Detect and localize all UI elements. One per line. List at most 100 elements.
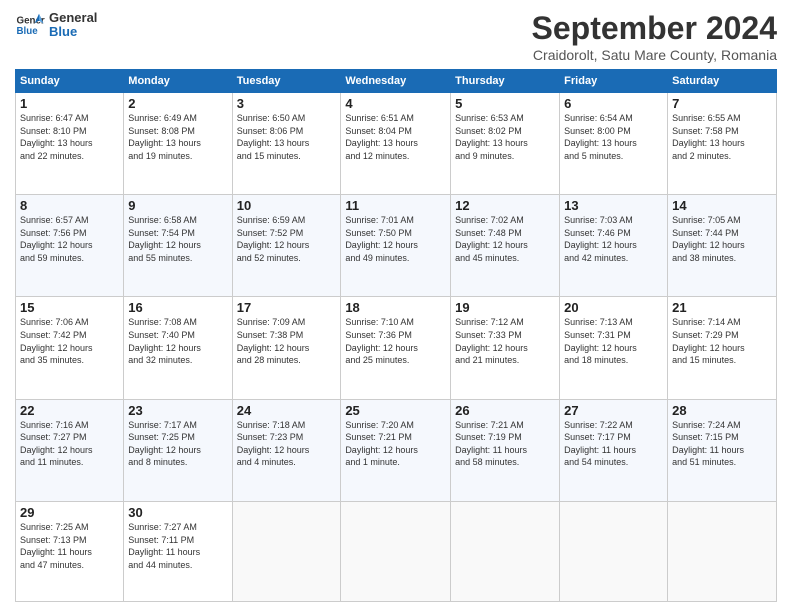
day-number: 17 xyxy=(237,300,337,315)
logo: General Blue General Blue xyxy=(15,10,97,40)
calendar-cell xyxy=(560,501,668,601)
calendar-cell: 20Sunrise: 7:13 AM Sunset: 7:31 PM Dayli… xyxy=(560,297,668,399)
day-info: Sunrise: 7:18 AM Sunset: 7:23 PM Dayligh… xyxy=(237,419,337,469)
title-block: September 2024 Craidorolt, Satu Mare Cou… xyxy=(532,10,777,63)
calendar-cell: 9Sunrise: 6:58 AM Sunset: 7:54 PM Daylig… xyxy=(124,195,232,297)
day-info: Sunrise: 7:06 AM Sunset: 7:42 PM Dayligh… xyxy=(20,316,119,366)
calendar-cell xyxy=(341,501,451,601)
calendar-cell: 16Sunrise: 7:08 AM Sunset: 7:40 PM Dayli… xyxy=(124,297,232,399)
day-info: Sunrise: 7:16 AM Sunset: 7:27 PM Dayligh… xyxy=(20,419,119,469)
day-info: Sunrise: 7:22 AM Sunset: 7:17 PM Dayligh… xyxy=(564,419,663,469)
svg-text:Blue: Blue xyxy=(17,26,39,37)
day-info: Sunrise: 6:58 AM Sunset: 7:54 PM Dayligh… xyxy=(128,214,227,264)
day-number: 16 xyxy=(128,300,227,315)
day-info: Sunrise: 6:59 AM Sunset: 7:52 PM Dayligh… xyxy=(237,214,337,264)
day-info: Sunrise: 6:54 AM Sunset: 8:00 PM Dayligh… xyxy=(564,112,663,162)
calendar-cell: 26Sunrise: 7:21 AM Sunset: 7:19 PM Dayli… xyxy=(451,399,560,501)
calendar-header-row: SundayMondayTuesdayWednesdayThursdayFrid… xyxy=(16,70,777,93)
day-info: Sunrise: 7:27 AM Sunset: 7:11 PM Dayligh… xyxy=(128,521,227,571)
calendar-header-friday: Friday xyxy=(560,70,668,93)
calendar-cell: 28Sunrise: 7:24 AM Sunset: 7:15 PM Dayli… xyxy=(668,399,777,501)
calendar-header-saturday: Saturday xyxy=(668,70,777,93)
logo-blue: Blue xyxy=(49,25,97,39)
day-info: Sunrise: 6:49 AM Sunset: 8:08 PM Dayligh… xyxy=(128,112,227,162)
day-info: Sunrise: 7:20 AM Sunset: 7:21 PM Dayligh… xyxy=(345,419,446,469)
calendar-cell: 6Sunrise: 6:54 AM Sunset: 8:00 PM Daylig… xyxy=(560,93,668,195)
day-number: 29 xyxy=(20,505,119,520)
day-number: 8 xyxy=(20,198,119,213)
day-info: Sunrise: 7:03 AM Sunset: 7:46 PM Dayligh… xyxy=(564,214,663,264)
header: General Blue General Blue September 2024… xyxy=(15,10,777,63)
day-number: 27 xyxy=(564,403,663,418)
calendar-header-wednesday: Wednesday xyxy=(341,70,451,93)
day-number: 19 xyxy=(455,300,555,315)
calendar-cell xyxy=(451,501,560,601)
day-number: 10 xyxy=(237,198,337,213)
day-info: Sunrise: 7:17 AM Sunset: 7:25 PM Dayligh… xyxy=(128,419,227,469)
calendar-header-thursday: Thursday xyxy=(451,70,560,93)
day-number: 1 xyxy=(20,96,119,111)
page: General Blue General Blue September 2024… xyxy=(0,0,792,612)
calendar-cell xyxy=(232,501,341,601)
day-number: 25 xyxy=(345,403,446,418)
calendar-cell: 13Sunrise: 7:03 AM Sunset: 7:46 PM Dayli… xyxy=(560,195,668,297)
day-number: 4 xyxy=(345,96,446,111)
calendar-cell: 21Sunrise: 7:14 AM Sunset: 7:29 PM Dayli… xyxy=(668,297,777,399)
day-info: Sunrise: 7:08 AM Sunset: 7:40 PM Dayligh… xyxy=(128,316,227,366)
day-info: Sunrise: 6:57 AM Sunset: 7:56 PM Dayligh… xyxy=(20,214,119,264)
day-info: Sunrise: 6:53 AM Sunset: 8:02 PM Dayligh… xyxy=(455,112,555,162)
day-number: 2 xyxy=(128,96,227,111)
calendar-cell: 29Sunrise: 7:25 AM Sunset: 7:13 PM Dayli… xyxy=(16,501,124,601)
day-number: 21 xyxy=(672,300,772,315)
day-number: 20 xyxy=(564,300,663,315)
calendar-cell: 10Sunrise: 6:59 AM Sunset: 7:52 PM Dayli… xyxy=(232,195,341,297)
day-number: 6 xyxy=(564,96,663,111)
calendar-cell: 1Sunrise: 6:47 AM Sunset: 8:10 PM Daylig… xyxy=(16,93,124,195)
calendar-cell: 5Sunrise: 6:53 AM Sunset: 8:02 PM Daylig… xyxy=(451,93,560,195)
calendar-cell: 8Sunrise: 6:57 AM Sunset: 7:56 PM Daylig… xyxy=(16,195,124,297)
calendar-cell: 19Sunrise: 7:12 AM Sunset: 7:33 PM Dayli… xyxy=(451,297,560,399)
calendar-cell: 7Sunrise: 6:55 AM Sunset: 7:58 PM Daylig… xyxy=(668,93,777,195)
day-number: 9 xyxy=(128,198,227,213)
day-number: 23 xyxy=(128,403,227,418)
calendar-cell: 24Sunrise: 7:18 AM Sunset: 7:23 PM Dayli… xyxy=(232,399,341,501)
calendar-header-tuesday: Tuesday xyxy=(232,70,341,93)
day-info: Sunrise: 7:10 AM Sunset: 7:36 PM Dayligh… xyxy=(345,316,446,366)
calendar-cell: 2Sunrise: 6:49 AM Sunset: 8:08 PM Daylig… xyxy=(124,93,232,195)
month-title: September 2024 xyxy=(532,10,777,47)
day-number: 30 xyxy=(128,505,227,520)
logo-icon: General Blue xyxy=(15,10,45,40)
day-number: 14 xyxy=(672,198,772,213)
day-number: 13 xyxy=(564,198,663,213)
calendar-cell: 15Sunrise: 7:06 AM Sunset: 7:42 PM Dayli… xyxy=(16,297,124,399)
day-number: 18 xyxy=(345,300,446,315)
day-info: Sunrise: 7:02 AM Sunset: 7:48 PM Dayligh… xyxy=(455,214,555,264)
logo-general: General xyxy=(49,11,97,25)
day-number: 26 xyxy=(455,403,555,418)
calendar-cell: 27Sunrise: 7:22 AM Sunset: 7:17 PM Dayli… xyxy=(560,399,668,501)
day-info: Sunrise: 6:50 AM Sunset: 8:06 PM Dayligh… xyxy=(237,112,337,162)
day-info: Sunrise: 7:09 AM Sunset: 7:38 PM Dayligh… xyxy=(237,316,337,366)
day-info: Sunrise: 7:13 AM Sunset: 7:31 PM Dayligh… xyxy=(564,316,663,366)
day-number: 15 xyxy=(20,300,119,315)
calendar-cell: 3Sunrise: 6:50 AM Sunset: 8:06 PM Daylig… xyxy=(232,93,341,195)
day-info: Sunrise: 7:05 AM Sunset: 7:44 PM Dayligh… xyxy=(672,214,772,264)
day-number: 12 xyxy=(455,198,555,213)
day-number: 3 xyxy=(237,96,337,111)
day-number: 5 xyxy=(455,96,555,111)
calendar-cell: 17Sunrise: 7:09 AM Sunset: 7:38 PM Dayli… xyxy=(232,297,341,399)
calendar-cell: 11Sunrise: 7:01 AM Sunset: 7:50 PM Dayli… xyxy=(341,195,451,297)
calendar-cell: 30Sunrise: 7:27 AM Sunset: 7:11 PM Dayli… xyxy=(124,501,232,601)
calendar-header-monday: Monday xyxy=(124,70,232,93)
calendar-cell: 22Sunrise: 7:16 AM Sunset: 7:27 PM Dayli… xyxy=(16,399,124,501)
day-info: Sunrise: 6:47 AM Sunset: 8:10 PM Dayligh… xyxy=(20,112,119,162)
calendar-cell: 4Sunrise: 6:51 AM Sunset: 8:04 PM Daylig… xyxy=(341,93,451,195)
calendar-header-sunday: Sunday xyxy=(16,70,124,93)
day-info: Sunrise: 6:51 AM Sunset: 8:04 PM Dayligh… xyxy=(345,112,446,162)
calendar-cell: 12Sunrise: 7:02 AM Sunset: 7:48 PM Dayli… xyxy=(451,195,560,297)
location-subtitle: Craidorolt, Satu Mare County, Romania xyxy=(532,47,777,63)
day-number: 24 xyxy=(237,403,337,418)
day-info: Sunrise: 7:01 AM Sunset: 7:50 PM Dayligh… xyxy=(345,214,446,264)
calendar-table: SundayMondayTuesdayWednesdayThursdayFrid… xyxy=(15,69,777,602)
day-info: Sunrise: 7:14 AM Sunset: 7:29 PM Dayligh… xyxy=(672,316,772,366)
